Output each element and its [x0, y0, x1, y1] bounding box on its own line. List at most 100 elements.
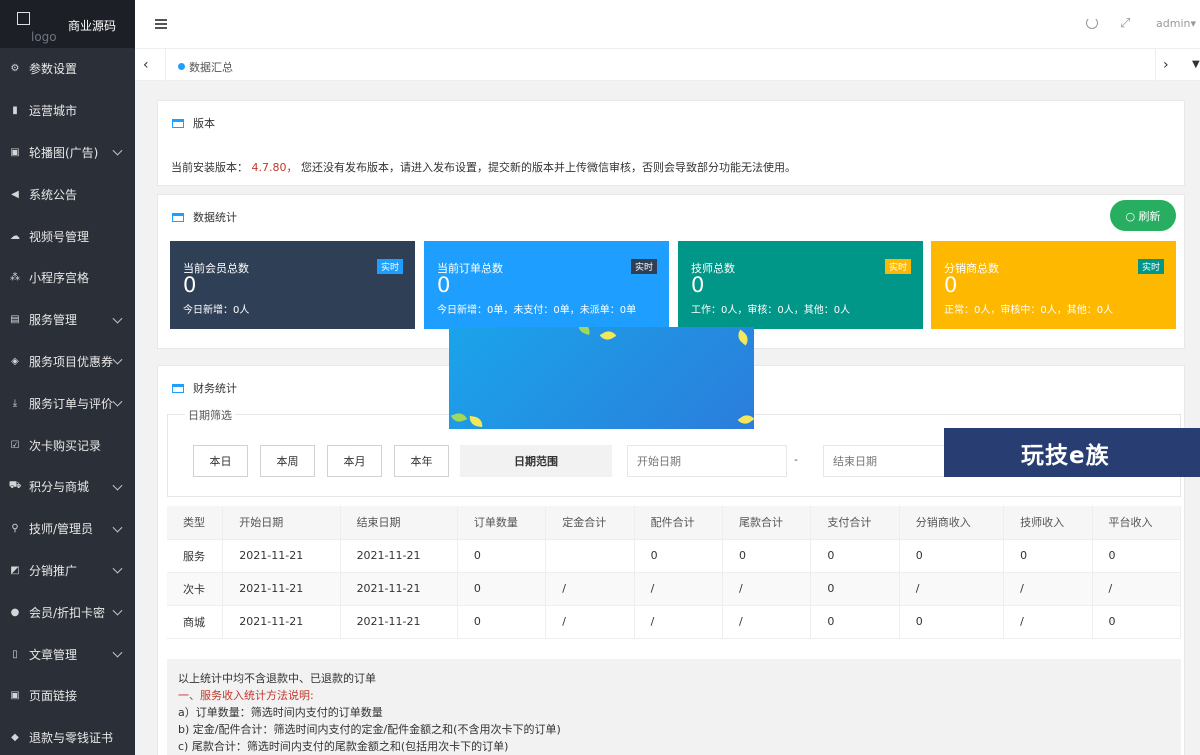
table-cell: 2021-11-21 [222, 605, 341, 639]
sidebar-item[interactable]: ⛟ 积分与商城 [0, 466, 135, 508]
sidebar-item-label: 退款与零钱证书 [29, 731, 114, 746]
tab-scroll-right-icon[interactable]: › [1163, 57, 1169, 73]
note-heading: 服务收入统计方法说明: [200, 689, 314, 702]
table-row: 次卡 2021-11-21 2021-11-21 0///0// / [167, 572, 1182, 606]
fullscreen-icon[interactable]: ⤢ [1120, 16, 1130, 31]
sidebar-item[interactable]: ◈ 服务项目优惠券 [0, 341, 135, 383]
filter-week-button[interactable]: 本周 [260, 445, 315, 477]
table-header-cell: 开始日期 [222, 506, 341, 540]
table-cell: / [722, 605, 812, 639]
table-cell: 0 [899, 605, 1005, 639]
sidebar-item-label: 运营城市 [29, 104, 78, 119]
note-prefix: 一、 [178, 689, 200, 702]
table-header-cell: 尾款合计 [722, 506, 812, 540]
note-line: a）订单数量：筛选时间内支付的订单数量 [178, 706, 383, 719]
stat-value: 0 [437, 273, 451, 297]
sidebar-item[interactable]: ⚙ 参数设置 [0, 48, 135, 90]
realtime-badge: 实时 [376, 259, 403, 274]
table-cell: / [1003, 572, 1093, 606]
version-card: 版本 当前安装版本： 4.7.80， 您还没有发布版本，请进入发布设置，提交新的… [157, 100, 1185, 186]
table-cell: 0 [1092, 539, 1182, 573]
sidebar-item-label: 会员/折扣卡密 [29, 605, 106, 620]
sidebar-item[interactable]: ▣ 页面链接 [0, 675, 135, 717]
sidebar-item[interactable]: ☑ 次卡购买记录 [0, 424, 135, 466]
top-header: ⤢ admin▾ [135, 0, 1200, 48]
table-cell: 2021-11-21 [340, 539, 458, 573]
stat-tile: 分销商总数 0 正常：0人，审核中：0人，其他：0人 实时 [931, 241, 1176, 329]
chevron-down-icon [112, 313, 123, 324]
document-icon: ▯ [12, 648, 18, 660]
chevron-down-icon [112, 355, 123, 366]
sidebar-item[interactable]: ☁ 视频号管理 [0, 215, 135, 257]
ad-banner-image [449, 327, 754, 429]
checkbox-icon: ☑ [10, 439, 20, 451]
tab-data-summary[interactable]: 数据汇总 [189, 59, 233, 75]
card-header-icon [172, 212, 184, 222]
table-cell: 2021-11-21 [222, 572, 341, 606]
table-cell: 2021-11-21 [222, 539, 341, 573]
sidebar-item[interactable]: ▤ 服务管理 [0, 299, 135, 341]
table-row: 商城 2021-11-21 2021-11-21 0///0 0/0 [167, 605, 1182, 639]
sidebar-item[interactable]: ● 会员/折扣卡密 [0, 591, 135, 633]
table-header-cell: 平台收入 [1092, 506, 1182, 540]
sidebar-item[interactable]: ▮ 运营城市 [0, 90, 135, 132]
sidebar-item-label: 次卡购买记录 [29, 438, 102, 453]
stat-subtitle: 正常：0人，审核中：0人，其他：0人 [944, 305, 1114, 316]
table-cell: / [722, 572, 812, 606]
tab-scroll-left-icon[interactable]: ‹ [143, 57, 149, 73]
table-header-cell: 类型 [167, 506, 224, 540]
leaf-shape [737, 411, 754, 428]
table-header-cell: 定金合计 [545, 506, 635, 540]
divider [165, 49, 166, 82]
leaf-shape [450, 410, 468, 425]
table-row: 服务 2021-11-21 2021-11-21 0 0 0 0 0 0 0 [167, 539, 1182, 573]
table-cell: 0 [810, 605, 900, 639]
sidebar-item[interactable]: ▣ 轮播图(广告) [0, 132, 135, 174]
sidebar-item[interactable]: ◩ 分销推广 [0, 550, 135, 592]
sidebar-item[interactable]: ⤓ 服务订单与评价 [0, 382, 135, 424]
table-cell: / [1092, 572, 1182, 606]
stat-value: 0 [691, 273, 705, 297]
logo-text: logo [31, 30, 57, 44]
table-header-cell: 配件合计 [634, 506, 724, 540]
refresh-button[interactable]: ○ 刷新 [1110, 200, 1176, 231]
version-number: 4.7.80， [251, 161, 298, 174]
table-cell: / [899, 572, 1005, 606]
logo-bar: logo 商业源码 [0, 0, 135, 48]
start-date-input[interactable]: 开始日期 [627, 445, 787, 477]
sidebar-item[interactable]: ⚲ 技师/管理员 [0, 508, 135, 550]
brand-name: 商业源码 [68, 19, 117, 33]
card-title-text: 财务统计 [193, 382, 237, 395]
download-icon: ⤓ [12, 397, 18, 409]
chevron-down-icon [112, 522, 123, 533]
tab-menu-icon[interactable]: ▼ [1192, 59, 1200, 70]
table-cell: 0 [1003, 539, 1093, 573]
tag-icon: ◈ [11, 355, 19, 367]
stat-tile: 当前会员总数 0 今日新增：0人 实时 [170, 241, 415, 329]
share-icon: ◩ [10, 564, 20, 576]
table-header-cell: 分销商收入 [899, 506, 1005, 540]
refund-icon: ◆ [11, 732, 19, 744]
sidebar-item[interactable]: ◆ 退款与零钱证书 [0, 717, 135, 755]
filter-today-button[interactable]: 本日 [193, 445, 248, 477]
filter-month-button[interactable]: 本月 [327, 445, 382, 477]
version-message: 您还没有发布版本，请进入发布设置，提交新的版本并上传微信审核，否则会导致部分功能… [301, 161, 796, 174]
refresh-icon[interactable] [1086, 17, 1098, 29]
sidebar-item-label: 服务管理 [29, 313, 78, 328]
note-line: 以上统计中均不含退款中、已退款的订单 [178, 672, 376, 685]
version-info: 当前安装版本： 4.7.80， 您还没有发布版本，请进入发布设置，提交新的版本并… [171, 159, 796, 175]
leaf-shape [599, 328, 617, 343]
menu-toggle-icon[interactable] [155, 19, 167, 29]
image-icon: ▣ [10, 146, 20, 158]
filter-year-button[interactable]: 本年 [394, 445, 449, 477]
sidebar-item-label: 服务订单与评价 [29, 396, 114, 411]
sidebar-item[interactable]: ▯ 文章管理 [0, 633, 135, 675]
stat-tile: 技师总数 0 工作：0人，审核：0人，其他：0人 实时 [678, 241, 923, 329]
sidebar-item[interactable]: ⁂ 小程序宫格 [0, 257, 135, 299]
sidebar-item[interactable]: ◀ 系统公告 [0, 173, 135, 215]
sidebar-menu: ⚙ 参数设置 ▮ 运营城市 ▣ 轮播图(广告) ◀ 系统公告 ☁ 视频号管理 ⁂ 小程序宫格 ▤ 服务管理… [0, 48, 135, 755]
sidebar-item-label: 服务项目优惠券 [29, 354, 114, 369]
user-menu[interactable]: admin▾ [1156, 17, 1196, 30]
realtime-badge: 实时 [1137, 259, 1164, 274]
chevron-down-icon [112, 146, 123, 157]
